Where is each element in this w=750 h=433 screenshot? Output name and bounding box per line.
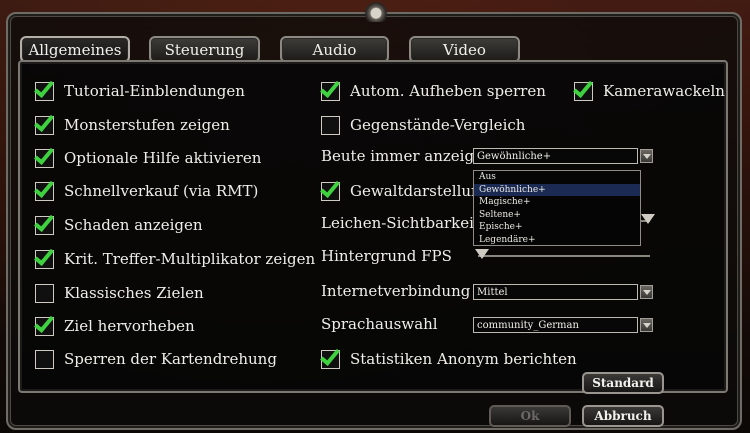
checkmark-icon	[320, 76, 340, 98]
tab-label: Video	[443, 40, 486, 59]
option-schnellverkauf[interactable]: Schnellverkauf (via RMT)	[34, 176, 259, 202]
checkbox[interactable]	[34, 210, 54, 235]
checkmark-icon	[34, 244, 54, 266]
sprache-dropdown-button[interactable]	[640, 318, 653, 332]
sprache-label: Sprachauswahl	[321, 315, 438, 333]
option-label: Tutorial-Einblendungen	[64, 82, 245, 100]
dropdown-option[interactable]: Magische+	[474, 196, 640, 209]
checkbox[interactable]	[320, 76, 340, 101]
checkbox[interactable]	[34, 76, 54, 101]
option-optionale-hilfe[interactable]: Optionale Hilfe aktivieren	[34, 143, 262, 169]
option-label: Schaden anzeigen	[64, 216, 203, 234]
standard-button[interactable]: Standard	[582, 372, 664, 394]
option-tutorial[interactable]: Tutorial-Einblendungen	[34, 76, 245, 102]
tab-allgemeines[interactable]: Allgemeines	[20, 36, 130, 63]
checkmark-icon	[320, 344, 340, 366]
checkbox[interactable]	[34, 110, 54, 135]
internet-dropdown[interactable]: Mittel	[473, 284, 638, 300]
option-schaden[interactable]: Schaden anzeigen	[34, 210, 203, 236]
option-label: Optionale Hilfe aktivieren	[64, 149, 262, 167]
option-label: Autom. Aufheben sperren	[350, 82, 546, 100]
chevron-down-icon	[642, 322, 651, 328]
option-label: Statistiken Anonym berichten	[350, 350, 577, 368]
checkmark-icon	[320, 176, 340, 198]
option-label: Kamerawackeln	[603, 82, 725, 100]
chevron-down-icon	[642, 289, 651, 295]
tab-steuerung[interactable]: Steuerung	[149, 36, 260, 63]
tab-label: Steuerung	[164, 40, 245, 59]
dropdown-value: Gewöhnliche+	[477, 150, 552, 162]
checkmark-icon	[573, 76, 593, 98]
checkbox[interactable]	[34, 176, 54, 201]
option-label: Gewaltdarstellung	[350, 182, 491, 200]
checkbox[interactable]	[320, 344, 340, 369]
option-kamerawackeln[interactable]: Kamerawackeln	[573, 76, 725, 102]
internet-label: Internetverbindung	[321, 282, 471, 300]
dropdown-option[interactable]: Seltene+	[474, 209, 640, 222]
beute-dropdown-button[interactable]	[640, 149, 653, 163]
checkmark-icon	[34, 210, 54, 232]
option-kartendrehung[interactable]: Sperren der Kartendrehung	[35, 348, 277, 370]
hintergrund-slider-track[interactable]	[478, 255, 650, 257]
dropdown-option[interactable]: Epische+	[474, 221, 640, 234]
checkbox[interactable]	[321, 115, 340, 135]
option-label: Monsterstufen zeigen	[64, 116, 230, 134]
tab-label: Allgemeines	[28, 40, 122, 59]
checkmark-icon	[34, 176, 54, 198]
option-label: Krit. Treffer-Multiplikator zeigen	[64, 250, 316, 268]
option-autom-aufheben[interactable]: Autom. Aufheben sperren	[320, 76, 546, 102]
checkbox[interactable]	[35, 349, 54, 369]
option-krit-treffer[interactable]: Krit. Treffer-Multiplikator zeigen	[34, 244, 316, 270]
internet-dropdown-button[interactable]	[640, 285, 653, 299]
abbruch-button[interactable]: Abbruch	[582, 405, 664, 427]
checkbox[interactable]	[35, 283, 54, 303]
checkbox[interactable]	[34, 143, 54, 168]
option-label: Klassisches Zielen	[64, 284, 204, 302]
checkbox[interactable]	[573, 76, 593, 101]
tab-audio[interactable]: Audio	[280, 36, 389, 63]
checkbox[interactable]	[34, 244, 54, 269]
hintergrund-label: Hintergrund FPS	[321, 247, 452, 265]
checkbox[interactable]	[34, 311, 54, 336]
option-gegenstaende-vergleich[interactable]: Gegenstände-Vergleich	[321, 114, 525, 136]
option-label: Sperren der Kartendrehung	[64, 350, 277, 368]
hintergrund-slider-handle[interactable]	[475, 249, 489, 259]
checkmark-icon	[34, 143, 54, 165]
dropdown-option-selected[interactable]: Gewöhnliche+	[474, 183, 640, 197]
checkbox[interactable]	[320, 176, 340, 201]
leichen-label: Leichen-Sichtbarkeit	[321, 214, 480, 232]
option-statistiken[interactable]: Statistiken Anonym berichten	[320, 344, 577, 370]
option-label: Schnellverkauf (via RMT)	[64, 182, 259, 200]
leichen-slider-handle[interactable]	[641, 214, 655, 224]
option-klassisches-zielen[interactable]: Klassisches Zielen	[35, 282, 204, 304]
tab-video[interactable]: Video	[409, 36, 520, 63]
checkmark-icon	[34, 76, 54, 98]
chevron-down-icon	[642, 153, 651, 159]
option-gewaltdarstellung[interactable]: Gewaltdarstellung	[320, 176, 491, 202]
dropdown-option[interactable]: Aus	[474, 171, 640, 184]
beute-dropdown-list: Aus Gewöhnliche+ Magische+ Seltene+ Epis…	[473, 170, 641, 246]
tab-label: Audio	[312, 40, 357, 59]
option-monsterstufen[interactable]: Monsterstufen zeigen	[34, 110, 230, 136]
checkmark-icon	[34, 311, 54, 333]
option-ziel-hervorheben[interactable]: Ziel hervorheben	[34, 311, 195, 337]
dropdown-option[interactable]: Legendäre+	[474, 234, 640, 247]
ok-button[interactable]: Ok	[489, 405, 571, 427]
beute-dropdown[interactable]: Gewöhnliche+	[473, 148, 638, 164]
dropdown-value: community_German	[477, 319, 579, 331]
option-label: Ziel hervorheben	[64, 317, 195, 335]
option-label: Gegenstände-Vergleich	[350, 116, 526, 134]
beute-label: Beute immer anzeigen	[321, 147, 493, 165]
checkmark-icon	[34, 110, 54, 132]
dropdown-value: Mittel	[477, 286, 508, 298]
sprache-dropdown[interactable]: community_German	[473, 317, 638, 333]
skull-emblem-icon	[358, 0, 394, 22]
